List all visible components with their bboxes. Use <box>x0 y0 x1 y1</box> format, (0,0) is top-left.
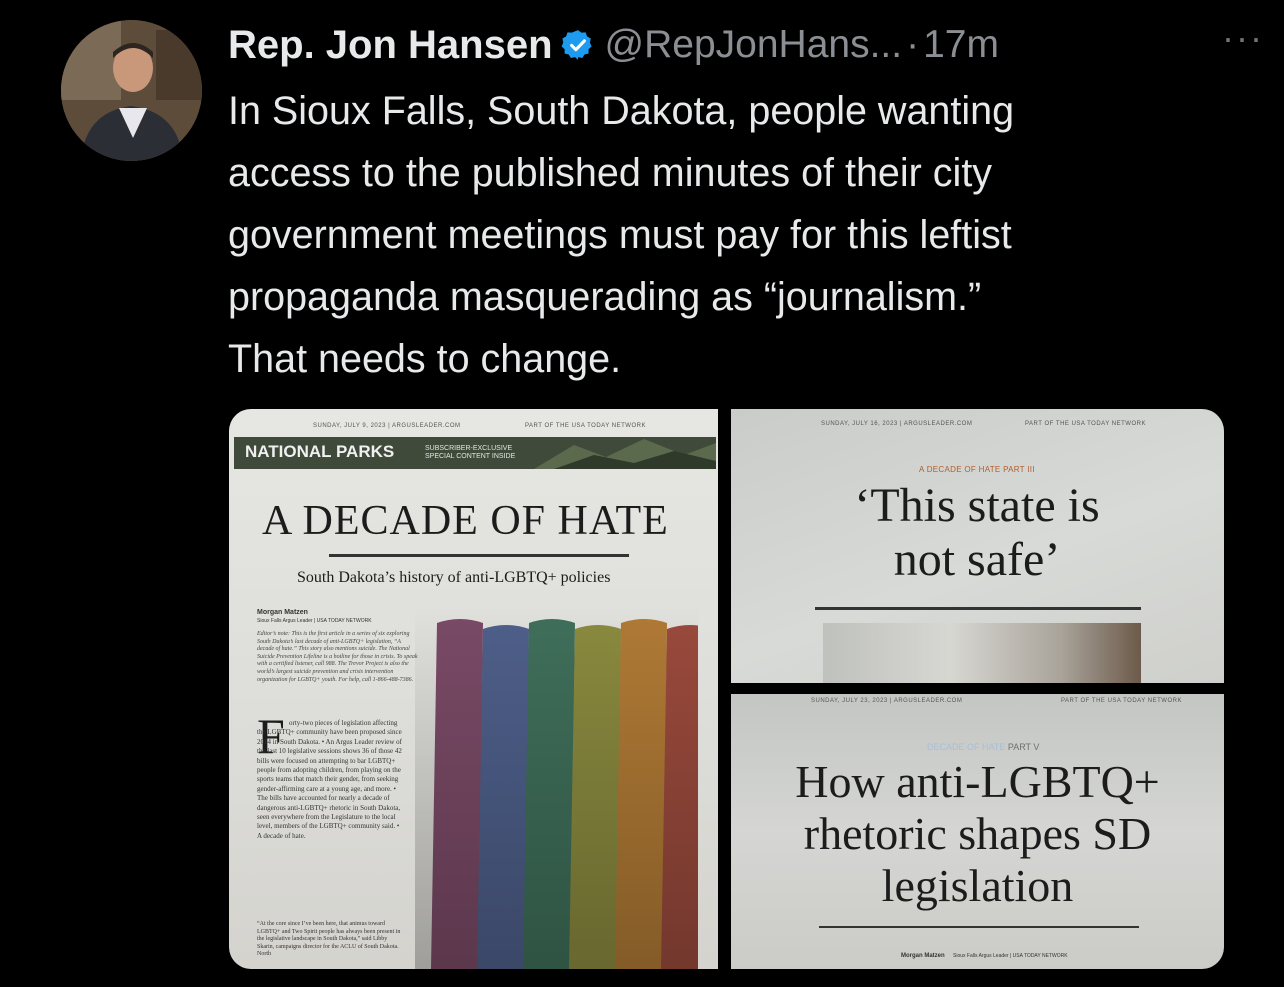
author-handle[interactable]: @RepJonHans... <box>605 23 903 67</box>
dateline: SUNDAY, JULY 9, 2023 | ARGUSLEADER.COM <box>313 423 461 429</box>
headline: ‘This state is not safe’ <box>854 479 1100 586</box>
article-quote: “At the core since I’ve been here, that … <box>257 921 401 958</box>
article-body: orty-two pieces of legislation affecting… <box>257 719 403 840</box>
profile-photo <box>61 20 202 161</box>
kicker-part: PART V <box>1007 742 1040 752</box>
avatar[interactable] <box>61 20 202 161</box>
kicker: A DECADE OF HATE PART III <box>919 465 1035 474</box>
section-title: NATIONAL PARKS <box>245 442 395 461</box>
tweet-header: Rep. Jon Hansen @RepJonHans... · 17m ··· <box>228 20 1264 70</box>
verified-badge-icon <box>561 30 592 60</box>
subheadline: South Dakota’s history of anti-LGBTQ+ po… <box>297 569 611 586</box>
media-grid[interactable]: SUNDAY, JULY 9, 2023 | ARGUSLEADER.COM P… <box>229 409 1224 969</box>
kicker: DECADE OF HATE PART V <box>927 742 1039 752</box>
section-subtitle: SUBSCRIBER-EXCLUSIVE SPECIAL CONTENT INS… <box>425 445 516 460</box>
headline-rule <box>819 926 1139 928</box>
editors-note: Editor’s note: This is the first article… <box>257 631 418 683</box>
network-label: PART OF THE USA TODAY NETWORK <box>525 423 646 429</box>
byline-affiliation: Sioux Falls Argus Leader | USA TODAY NET… <box>953 953 1068 959</box>
byline-affiliation: Sioux Falls Argus Leader | USA TODAY NET… <box>257 618 372 624</box>
headline: How anti-LGBTQ+ rhetoric shapes SD legis… <box>795 756 1160 911</box>
author-name[interactable]: Rep. Jon Hansen <box>228 23 553 68</box>
separator-dot: · <box>906 23 920 66</box>
byline: Morgan Matzen <box>901 953 945 959</box>
timestamp[interactable]: 17m <box>923 23 999 67</box>
headline-rule <box>815 607 1141 610</box>
kicker-main: DECADE OF HATE <box>927 742 1006 752</box>
rainbow-flag-image <box>415 605 698 969</box>
network-label: PART OF THE USA TODAY NETWORK <box>1025 421 1146 427</box>
article-photo <box>823 623 1141 683</box>
more-options-icon[interactable]: ··· <box>1222 20 1264 56</box>
network-label: PART OF THE USA TODAY NETWORK <box>1061 698 1182 704</box>
tweet-text: In Sioux Falls, South Dakota, people wan… <box>228 89 1015 381</box>
byline: Morgan Matzen <box>257 609 308 616</box>
media-image-1[interactable]: SUNDAY, JULY 9, 2023 | ARGUSLEADER.COM P… <box>229 409 718 969</box>
headline: A DECADE OF HATE <box>262 498 669 544</box>
headline-rule <box>329 554 629 557</box>
dateline: SUNDAY, JULY 16, 2023 | ARGUSLEADER.COM <box>821 421 973 427</box>
media-image-2[interactable]: SUNDAY, JULY 16, 2023 | ARGUSLEADER.COM … <box>731 409 1224 683</box>
dateline: SUNDAY, JULY 23, 2023 | ARGUSLEADER.COM <box>811 698 963 704</box>
media-image-3[interactable]: SUNDAY, JULY 23, 2023 | ARGUSLEADER.COM … <box>731 694 1224 969</box>
